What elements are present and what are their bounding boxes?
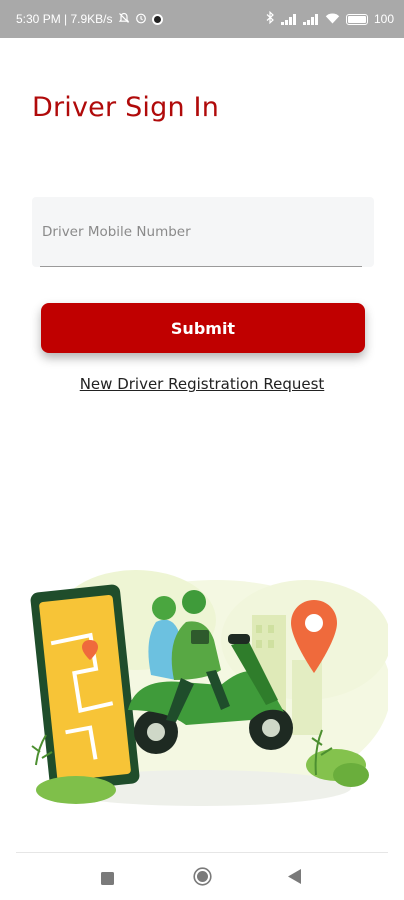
battery-percent: 100	[373, 12, 394, 26]
mobile-number-input[interactable]	[32, 197, 374, 267]
volte-icon	[302, 13, 319, 25]
status-time-speed: 5:30 PM | 7.9KB/s	[16, 12, 113, 26]
record-icon	[151, 13, 163, 25]
system-nav-bar	[0, 853, 404, 900]
bluetooth-icon	[266, 10, 275, 27]
alarm-icon	[135, 12, 147, 27]
new-driver-registration-link[interactable]: New Driver Registration Request	[0, 375, 404, 393]
wifi-icon	[325, 12, 340, 27]
status-bar: 5:30 PM | 7.9KB/s 100	[0, 0, 404, 38]
home-icon[interactable]	[193, 867, 212, 890]
input-underline	[40, 265, 362, 267]
scooter-map-art	[30, 570, 391, 806]
delivery-illustration	[16, 560, 391, 810]
page-title: Driver Sign In	[32, 92, 220, 123]
submit-button[interactable]: Submit	[41, 303, 365, 353]
mute-icon	[118, 12, 130, 27]
signal-icon	[280, 13, 297, 25]
recent-apps-icon[interactable]	[101, 870, 114, 889]
back-icon[interactable]	[288, 869, 301, 888]
battery-icon	[345, 13, 368, 25]
mobile-field-container	[32, 197, 374, 267]
